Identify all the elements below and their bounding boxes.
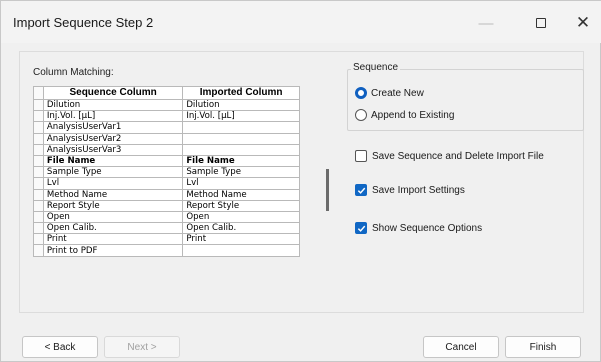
row-header-cell[interactable]: [33, 233, 44, 246]
grid-row[interactable]: Dilution Dilution: [33, 98, 300, 112]
save-settings-option[interactable]: Save Import Settings: [355, 184, 465, 196]
imported-column-cell[interactable]: File Name: [182, 154, 300, 168]
checkmark-icon: [357, 187, 365, 194]
append-existing-radio[interactable]: [355, 109, 367, 121]
row-header-cell[interactable]: [33, 166, 44, 179]
grid-row[interactable]: Print to PDF: [33, 244, 300, 257]
imported-column-cell[interactable]: Dilution: [182, 98, 300, 112]
imported-column-cell[interactable]: Open Calib.: [182, 222, 300, 235]
sequence-column-header[interactable]: Sequence Column: [42, 86, 184, 100]
append-existing-label: Append to Existing: [371, 109, 455, 121]
sequence-column-cell[interactable]: Inj.Vol. [µL]: [42, 110, 184, 123]
show-options-label: Show Sequence Options: [372, 222, 483, 234]
grid-row[interactable]: AnalysisUserVar1: [33, 121, 300, 134]
imported-column-cell[interactable]: [182, 143, 300, 156]
imported-column-header[interactable]: Imported Column: [182, 86, 300, 100]
window-title: Import Sequence Step 2: [13, 15, 154, 30]
imported-column-cell[interactable]: [182, 121, 300, 134]
show-options-checkbox[interactable]: [355, 222, 367, 234]
close-button[interactable]: ✕: [560, 7, 601, 39]
sequence-column-cell[interactable]: Open Calib.: [42, 222, 184, 235]
maximize-icon: [536, 18, 546, 28]
grid-row[interactable]: Print Print: [33, 233, 300, 246]
maximize-button[interactable]: [518, 7, 564, 39]
grid-row[interactable]: Lvl Lvl: [33, 177, 300, 190]
imported-column-cell[interactable]: Lvl: [182, 177, 300, 190]
save-delete-option[interactable]: Save Sequence and Delete Import File: [355, 150, 544, 162]
save-settings-label: Save Import Settings: [372, 184, 465, 196]
row-header-corner: [33, 86, 44, 100]
row-header-cell[interactable]: [33, 132, 44, 145]
sequence-column-cell[interactable]: Sample Type: [42, 166, 184, 179]
sequence-groupbox: [347, 69, 584, 131]
finish-button[interactable]: Finish: [505, 336, 581, 358]
grid-row[interactable]: Sample Type Sample Type: [33, 166, 300, 179]
checkmark-icon: [357, 225, 365, 232]
title-bar[interactable]: Import Sequence Step 2 — ✕: [1, 1, 601, 43]
column-matching-grid[interactable]: Sequence Column Imported Column Dilution…: [33, 86, 300, 257]
row-header-cell[interactable]: [33, 177, 44, 190]
imported-column-cell[interactable]: Open: [182, 210, 300, 224]
sequence-column-cell[interactable]: Open: [42, 210, 184, 224]
splitter-handle[interactable]: [326, 169, 329, 211]
row-header-cell[interactable]: [33, 210, 44, 224]
close-icon: ✕: [575, 13, 591, 32]
grid-row[interactable]: File Name File Name: [33, 154, 300, 168]
sequence-column-cell[interactable]: Report Style: [42, 199, 184, 212]
sequence-column-cell[interactable]: File Name: [42, 154, 184, 168]
imported-column-cell[interactable]: Inj.Vol. [µL]: [182, 110, 300, 123]
minimize-button[interactable]: —: [463, 7, 509, 39]
show-options-option[interactable]: Show Sequence Options: [355, 222, 482, 234]
column-matching-label: Column Matching:: [33, 67, 114, 78]
row-header-cell[interactable]: [33, 98, 44, 112]
row-header-cell[interactable]: [33, 199, 44, 212]
imported-column-cell[interactable]: [182, 132, 300, 145]
row-header-cell[interactable]: [33, 222, 44, 235]
append-existing-radio-option[interactable]: Append to Existing: [355, 109, 454, 121]
cancel-button[interactable]: Cancel: [423, 336, 499, 358]
grid-row[interactable]: Report Style Report Style: [33, 199, 300, 212]
imported-column-cell[interactable]: Print: [182, 233, 300, 246]
sequence-column-cell[interactable]: Dilution: [42, 98, 184, 112]
save-delete-checkbox[interactable]: [355, 150, 367, 162]
row-header-cell[interactable]: [33, 110, 44, 123]
row-header-cell[interactable]: [33, 154, 44, 168]
grid-header-row: Sequence Column Imported Column: [33, 86, 300, 100]
save-delete-label: Save Sequence and Delete Import File: [372, 150, 544, 162]
grid-row[interactable]: AnalysisUserVar3: [33, 143, 300, 156]
grid-row[interactable]: Inj.Vol. [µL] Inj.Vol. [µL]: [33, 110, 300, 123]
sequence-column-cell[interactable]: Print to PDF: [42, 244, 184, 257]
sequence-column-cell[interactable]: AnalysisUserVar1: [42, 121, 184, 134]
imported-column-cell[interactable]: [182, 244, 300, 257]
imported-column-cell[interactable]: Sample Type: [182, 166, 300, 179]
sequence-column-cell[interactable]: AnalysisUserVar2: [42, 132, 184, 145]
create-new-radio-option[interactable]: Create New: [355, 87, 424, 99]
save-settings-checkbox[interactable]: [355, 184, 367, 196]
sequence-column-cell[interactable]: Print: [42, 233, 184, 246]
sequence-column-cell[interactable]: Method Name: [42, 188, 184, 201]
create-new-radio[interactable]: [355, 87, 367, 99]
row-header-cell[interactable]: [33, 244, 44, 257]
sequence-column-cell[interactable]: Lvl: [42, 177, 184, 190]
row-header-cell[interactable]: [33, 143, 44, 156]
create-new-label: Create New: [371, 87, 424, 99]
back-button[interactable]: < Back: [22, 336, 98, 358]
grid-row[interactable]: Open Calib. Open Calib.: [33, 222, 300, 235]
sequence-group-title: Sequence: [351, 62, 401, 73]
sequence-column-cell[interactable]: AnalysisUserVar3: [42, 143, 184, 156]
row-header-cell[interactable]: [33, 188, 44, 201]
imported-column-cell[interactable]: Report Style: [182, 199, 300, 212]
minimize-icon: —: [478, 14, 494, 32]
next-button[interactable]: Next >: [104, 336, 180, 358]
grid-row[interactable]: AnalysisUserVar2: [33, 132, 300, 145]
grid-row[interactable]: Open Open: [33, 210, 300, 224]
import-sequence-dialog: Import Sequence Step 2 — ✕ Column Matchi…: [0, 0, 601, 362]
row-header-cell[interactable]: [33, 121, 44, 134]
grid-body: Dilution Dilution Inj.Vol. [µL] Inj.Vol. [µ…: [33, 98, 300, 257]
grid-row[interactable]: Method Name Method Name: [33, 188, 300, 201]
imported-column-cell[interactable]: Method Name: [182, 188, 300, 201]
